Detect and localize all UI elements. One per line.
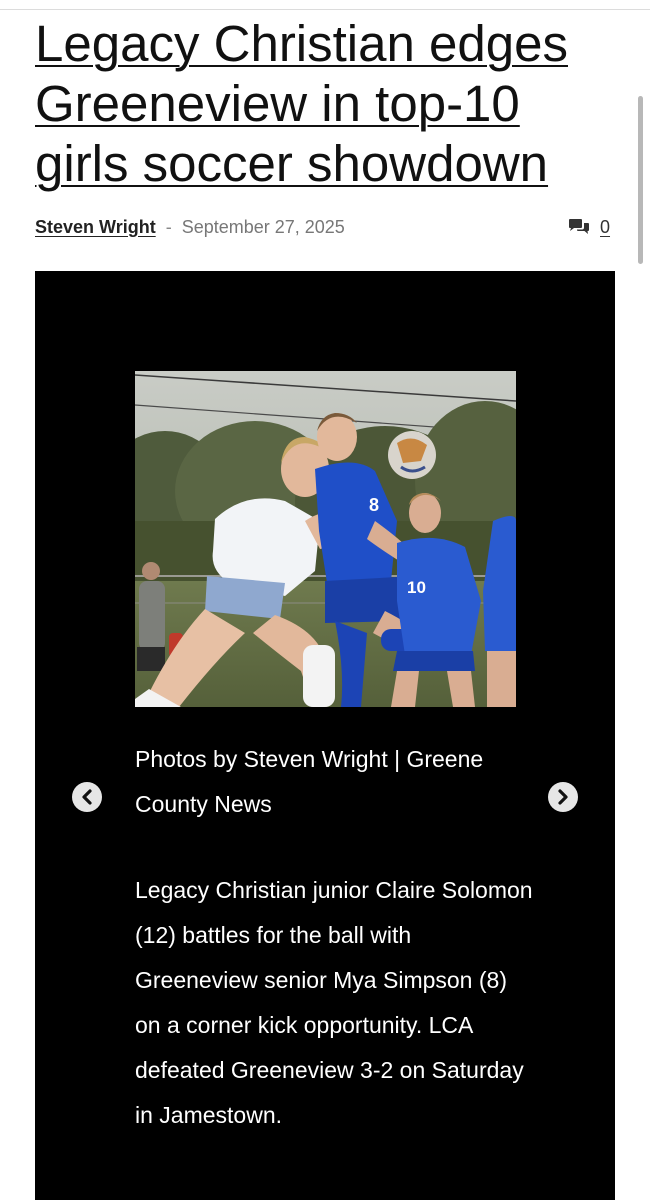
scrollbar-thumb[interactable] xyxy=(638,96,643,264)
gallery-next-button[interactable] xyxy=(548,782,578,812)
headline-link[interactable]: Legacy Christian edges Greeneview in top… xyxy=(35,15,568,192)
jersey-number-10: 10 xyxy=(407,578,426,597)
photo-credit: Photos by Steven Wright | Greene County … xyxy=(135,746,484,817)
soccer-photo: 8 10 xyxy=(135,371,516,707)
gallery-photo[interactable]: 8 10 xyxy=(135,371,516,707)
article-meta: Steven Wright - September 27, 2025 xyxy=(35,215,345,239)
gallery-prev-button[interactable] xyxy=(72,782,102,812)
top-divider xyxy=(0,0,650,10)
article-headline: Legacy Christian edges Greeneview in top… xyxy=(35,14,625,194)
photo-gallery: 8 10 Photos by Steven Wright | Greene Co… xyxy=(35,271,615,1200)
chevron-right-icon xyxy=(558,789,568,805)
comments-link[interactable]: 0 xyxy=(568,214,610,240)
article-page: Legacy Christian edges Greeneview in top… xyxy=(0,0,650,1200)
author-link[interactable]: Steven Wright xyxy=(35,217,156,238)
chevron-left-icon xyxy=(82,789,92,805)
comments-icon xyxy=(568,218,590,236)
photo-caption: Legacy Christian junior Claire Solomon (… xyxy=(135,877,533,1128)
meta-separator: - xyxy=(165,216,172,237)
jersey-number-8: 8 xyxy=(369,495,379,515)
comment-count: 0 xyxy=(600,216,611,237)
publish-date: September 27, 2025 xyxy=(181,216,345,237)
